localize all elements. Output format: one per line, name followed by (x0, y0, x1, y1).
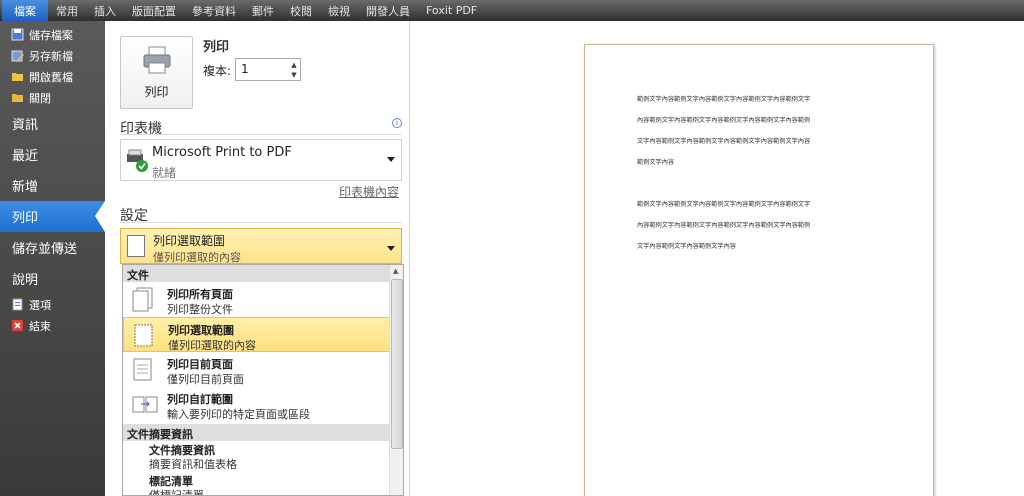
preview-line: 內容範例文字內容範例文字內容範例文字內容範例文字內容範例 (637, 222, 811, 229)
print-range-selected-sub: 僅列印選取的內容 (153, 251, 241, 264)
scrollbar-thumb[interactable] (391, 279, 403, 449)
nav-open[interactable]: 開啟舊檔 (0, 66, 105, 87)
nav-close[interactable]: 關閉 (0, 87, 105, 108)
printer-status-icon (127, 149, 148, 172)
nav-tab-save-send[interactable]: 儲存並傳送 (0, 232, 105, 263)
print-settings-panel: 列印 列印 複本: 1 ▲ ▼ 印表機 i Microsoft Print to… (105, 21, 410, 496)
print-button-label: 列印 (144, 85, 169, 99)
option-title: 列印選取範圍 (168, 324, 234, 337)
tab-page-layout[interactable]: 版面配置 (124, 0, 184, 21)
nav-exit[interactable]: 結束 (0, 315, 105, 336)
print-range-dropdown: 文件 列印所有頁面 列印整份文件 列印選取範圍 僅列印選取的內容 列印目前頁面 … (122, 264, 404, 496)
option-print-all-pages[interactable]: 列印所有頁面 列印整份文件 (123, 282, 403, 317)
selection-page-icon (134, 324, 153, 347)
nav-save[interactable]: 儲存檔案 (0, 24, 105, 45)
option-document-info[interactable]: 文件摘要資訊 摘要資訊和值表格 (123, 441, 403, 472)
nav-open-label: 開啟舊檔 (29, 70, 73, 84)
tab-insert[interactable]: 插入 (86, 0, 124, 21)
selection-page-icon (127, 235, 145, 257)
nav-close-label: 關閉 (29, 91, 51, 105)
spin-up-icon[interactable]: ▲ (289, 60, 299, 70)
chevron-down-icon (387, 157, 395, 162)
tab-foxit-pdf[interactable]: Foxit PDF (418, 0, 485, 21)
nav-tab-new[interactable]: 新增 (0, 170, 105, 201)
nav-save-as-label: 另存新檔 (29, 49, 73, 63)
option-sub: 僅列印選取的內容 (168, 339, 256, 352)
copies-label: 複本: (203, 64, 232, 78)
custom-range-icon (132, 396, 158, 413)
group-header-document-info: 文件摘要資訊 (123, 424, 403, 441)
settings-divider (120, 222, 402, 223)
preview-line: 文字內容範例文字內容範例文字內容 (637, 243, 736, 250)
option-sub: 僅標記清單 (149, 489, 204, 496)
options-icon (11, 298, 24, 311)
info-icon[interactable]: i (392, 118, 402, 128)
copies-value: 1 (241, 62, 249, 76)
option-print-custom-range[interactable]: 列印自訂範圍 輸入要列印的特定頁面或區段 (123, 387, 403, 422)
nav-tab-info[interactable]: 資訊 (0, 108, 105, 139)
print-preview: 範例文字內容範例文字內容範例文字內容範例文字內容範例文字 內容範例文字內容範例文… (410, 21, 1024, 496)
dropdown-scrollbar[interactable]: ▲ (389, 265, 403, 495)
option-sub: 僅列印目前頁面 (167, 373, 244, 386)
print-range-select[interactable]: 列印選取範圍 僅列印選取的內容 (120, 228, 402, 264)
option-sub: 摘要資訊和值表格 (149, 458, 237, 471)
printer-divider (120, 134, 402, 135)
option-print-selection[interactable]: 列印選取範圍 僅列印選取的內容 (123, 317, 403, 352)
printer-icon (143, 46, 171, 74)
save-icon (11, 28, 24, 41)
close-folder-icon (11, 91, 24, 104)
printer-status: 就緒 (152, 166, 177, 180)
print-range-selected-title: 列印選取範圍 (153, 234, 226, 248)
spin-down-icon[interactable]: ▼ (289, 70, 299, 80)
nav-save-as[interactable]: 另存新檔 (0, 45, 105, 66)
scroll-up-icon[interactable]: ▲ (393, 267, 398, 275)
copies-stepper[interactable]: 1 ▲ ▼ (235, 58, 301, 81)
nav-options-label: 選項 (29, 298, 51, 312)
nav-tab-help[interactable]: 說明 (0, 263, 105, 294)
preview-page: 範例文字內容範例文字內容範例文字內容範例文字內容範例文字 內容範例文字內容範例文… (584, 44, 934, 496)
option-sub: 輸入要列印的特定頁面或區段 (167, 408, 310, 421)
ribbon-tab-bar: 檔案 常用 插入 版面配置 參考資料 郵件 校閱 檢視 開發人員 Foxit P… (0, 0, 1024, 21)
print-title: 列印 (203, 40, 230, 55)
tab-view[interactable]: 檢視 (320, 0, 358, 21)
tab-home[interactable]: 常用 (48, 0, 86, 21)
preview-line: 範例文字內容範例文字內容範例文字內容範例文字內容範例文字 (637, 201, 811, 208)
nav-save-label: 儲存檔案 (29, 28, 73, 42)
chevron-down-icon (387, 246, 395, 251)
nav-tab-recent[interactable]: 最近 (0, 139, 105, 170)
preview-line: 文字內容範例文字內容範例文字內容範例文字內容範例文字內容 (637, 138, 811, 145)
preview-line: 範例文字內容 (637, 159, 675, 166)
backstage-nav: 儲存檔案 另存新檔 開啟舊檔 關閉 資訊 最近 新增 列印 儲存並傳送 說明 選… (0, 21, 105, 496)
option-title: 列印目前頁面 (167, 358, 233, 371)
tab-developer[interactable]: 開發人員 (358, 0, 418, 21)
exit-icon (11, 319, 24, 332)
all-pages-icon (132, 287, 153, 312)
save-as-icon (11, 49, 24, 62)
tab-review[interactable]: 校閱 (282, 0, 320, 21)
printer-dropdown[interactable]: Microsoft Print to PDF 就緒 (120, 139, 402, 181)
printer-section-title: 印表機 (120, 121, 162, 137)
tab-mailings[interactable]: 郵件 (244, 0, 282, 21)
preview-line: 內容範例文字內容範例文字內容範例文字內容範例文字內容範例 (637, 117, 811, 124)
option-title: 列印所有頁面 (167, 288, 233, 301)
current-page-icon (133, 358, 152, 381)
tab-references[interactable]: 參考資料 (184, 0, 244, 21)
open-folder-icon (11, 70, 24, 83)
option-print-current-page[interactable]: 列印目前頁面 僅列印目前頁面 (123, 352, 403, 387)
option-markup-list[interactable]: 標記清單 僅標記清單 (123, 472, 403, 496)
nav-exit-label: 結束 (29, 319, 51, 333)
group-header-document: 文件 (123, 265, 403, 282)
nav-options[interactable]: 選項 (0, 294, 105, 315)
tab-file[interactable]: 檔案 (2, 0, 48, 21)
nav-tab-print[interactable]: 列印 (0, 201, 105, 232)
option-sub: 列印整份文件 (167, 303, 233, 316)
printer-properties-link[interactable]: 印表機內容 (339, 183, 399, 200)
print-button[interactable]: 列印 (120, 36, 193, 109)
printer-name: Microsoft Print to PDF (152, 145, 292, 160)
option-title: 列印自訂範圍 (167, 393, 233, 406)
preview-line: 範例文字內容範例文字內容範例文字內容範例文字內容範例文字 (637, 96, 811, 103)
